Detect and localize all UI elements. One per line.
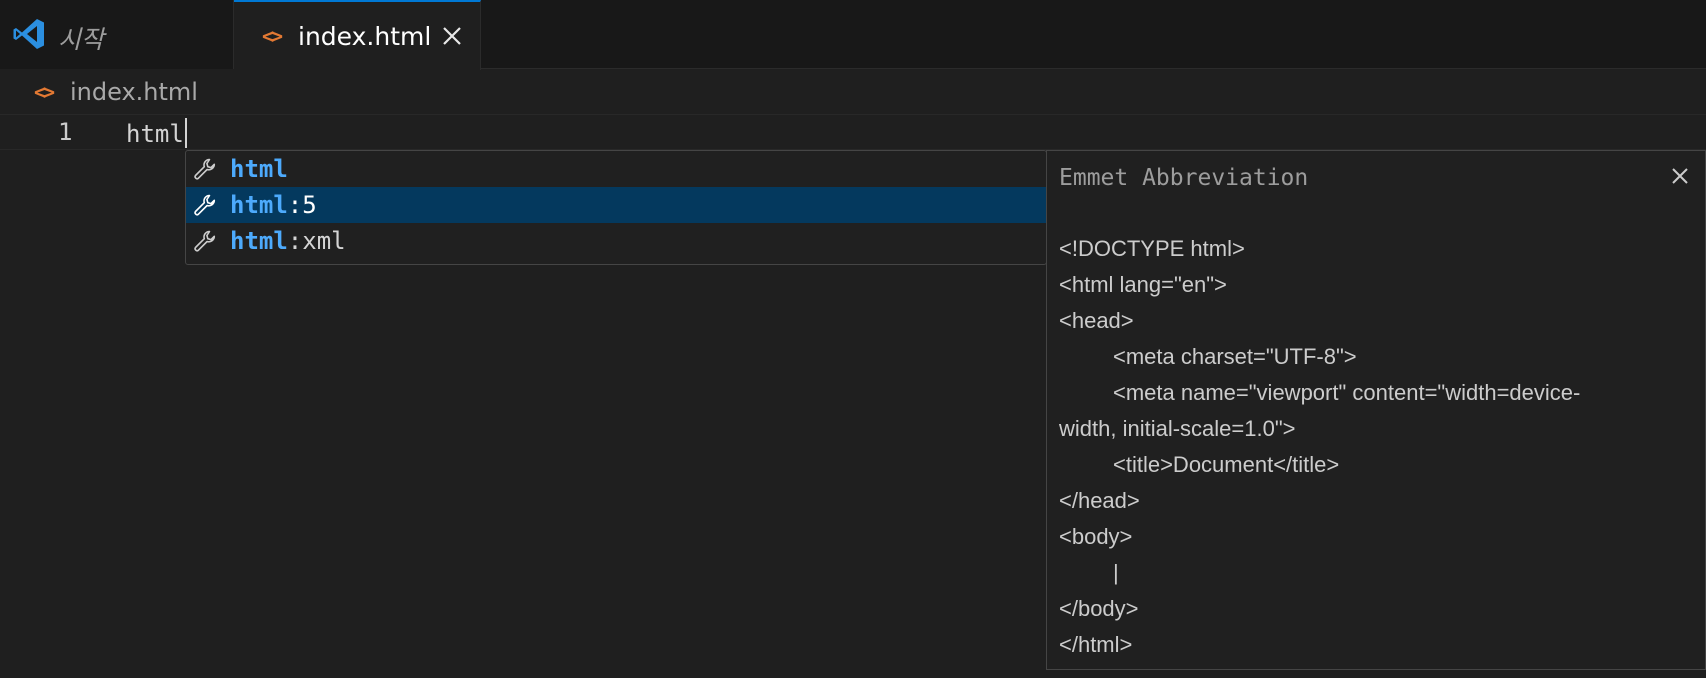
code-token: html [126,120,184,148]
preview-line: width, initial-scale=1.0"> [1059,416,1296,441]
html-file-icon: <> [262,24,283,48]
preview-line: </body> [1059,596,1139,621]
preview-line: <meta charset="UTF-8"> [1113,344,1357,369]
suggestion-widget: html html:5 html:xml [185,150,1047,265]
suggestion-details: Emmet Abbreviation <!DOCTYPE html> <html… [1046,150,1706,670]
wrench-icon [194,194,216,216]
suggestion-item-selected[interactable]: html:5 [186,187,1046,223]
tab-start[interactable]: 시작 [0,0,234,69]
tab-bar: 시작 <> index.html [0,0,1706,70]
wrench-icon [194,230,216,252]
breadcrumb-item-file[interactable]: index.html [70,78,198,106]
suggestion-item[interactable]: html [186,151,1046,187]
preview-line: <title>Document</title> [1113,452,1340,477]
vscode-logo-icon [13,19,44,49]
tab-index-html[interactable]: <> index.html [234,0,481,70]
preview-line: <head> [1059,308,1134,333]
close-icon[interactable] [440,24,464,48]
suggestion-label: html:5 [230,191,317,219]
editor-line-1[interactable]: 1 html [0,114,1706,150]
suggestion-item[interactable]: html:xml [186,223,1046,259]
preview-line: <meta name="viewport" content="width=dev… [1113,380,1581,405]
code-text[interactable]: html [126,118,187,148]
suggestion-label: html:xml [230,227,346,255]
details-title: Emmet Abbreviation [1059,165,1309,191]
text-cursor [184,118,187,148]
preview-line: | [1113,560,1119,585]
tab-active-label: index.html [298,22,432,51]
tab-start-label: 시작 [58,25,105,54]
close-icon[interactable] [1669,165,1691,187]
preview-line: <body> [1059,524,1133,549]
preview-line: </head> [1059,488,1140,513]
html-file-icon: <> [34,80,55,104]
line-number: 1 [58,118,73,146]
preview-line: </html> [1059,632,1133,657]
preview-line: <html lang="en"> [1059,272,1227,297]
breadcrumb: <> index.html [0,70,1706,114]
preview-line: <!DOCTYPE html> [1059,236,1245,261]
details-code-preview: <!DOCTYPE html> <html lang="en"> <head> … [1059,231,1695,663]
suggestion-label: html [230,155,288,183]
wrench-icon [194,158,216,180]
